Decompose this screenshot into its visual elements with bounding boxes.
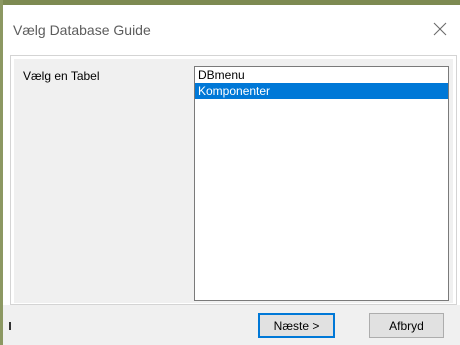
list-item-komponenter[interactable]: Komponenter [195,83,448,99]
edge-mark [9,322,11,330]
dialog-window: Vælg Database Guide Vælg en Tabel DBmenu… [0,0,460,345]
close-icon [433,22,447,36]
title-bar[interactable]: Vælg Database Guide [3,5,460,55]
close-button[interactable] [420,5,460,53]
table-listbox[interactable]: DBmenu Komponenter [194,66,449,301]
list-item-dbmenu[interactable]: DBmenu [195,67,448,83]
dialog-title: Vælg Database Guide [13,22,151,38]
next-button[interactable]: Næste > [258,313,335,338]
cancel-button[interactable]: Afbryd [369,313,444,338]
table-label: Vælg en Tabel [23,69,100,83]
